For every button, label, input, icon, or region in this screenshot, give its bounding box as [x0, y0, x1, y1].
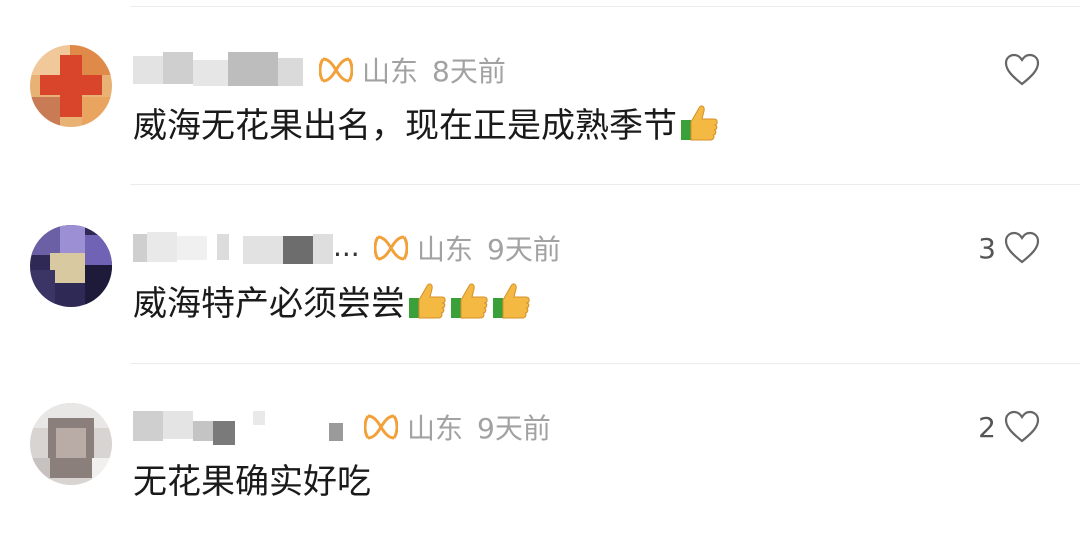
thumbs-up-icon	[409, 283, 446, 319]
comment-text: 威海无花果出名，现在正是成熟季节	[133, 105, 677, 146]
thumbs-up-icon	[681, 105, 718, 141]
comment-meta: 山东 8天前	[133, 50, 506, 90]
divider	[130, 184, 1080, 185]
comment-list: 山东 8天前 威海无花果出名，现在正是成熟季节 ... 山东 9天前 威海特产必…	[0, 0, 1080, 537]
like-area[interactable]	[996, 50, 1040, 90]
heart-outline-icon[interactable]	[1004, 410, 1040, 444]
vip-badge-icon	[318, 52, 354, 88]
comment-text-row: 威海特产必须尝尝	[133, 278, 531, 324]
timestamp: 9天前	[477, 412, 551, 445]
username-blurred[interactable]: ...	[133, 228, 363, 268]
vip-badge-icon	[363, 409, 399, 445]
like-count: 3	[978, 231, 996, 265]
comment-text-row: 威海无花果出名，现在正是成熟季节	[133, 100, 719, 146]
comment-text-row: 无花果确实好吃	[133, 456, 371, 502]
username-blurred[interactable]	[133, 50, 308, 90]
timestamp: 9天前	[487, 233, 561, 266]
location-label: 山东	[417, 233, 474, 266]
avatar[interactable]	[30, 225, 112, 307]
like-area[interactable]: 3	[978, 228, 1040, 268]
heart-outline-icon[interactable]	[1004, 231, 1040, 265]
heart-outline-icon[interactable]	[1004, 53, 1040, 87]
vip-badge-icon	[373, 230, 409, 266]
divider	[130, 6, 1080, 7]
comment-meta: ... 山东 9天前	[133, 228, 561, 268]
like-count: 2	[978, 410, 996, 444]
location-label: 山东	[407, 412, 464, 445]
comment-text: 无花果确实好吃	[133, 461, 371, 502]
comment-text: 威海特产必须尝尝	[133, 283, 405, 324]
comment-meta: 山东 9天前	[133, 407, 551, 447]
timestamp: 8天前	[432, 55, 506, 88]
divider	[130, 363, 1080, 364]
thumbs-up-icon	[451, 283, 488, 319]
avatar[interactable]	[30, 45, 112, 127]
location-label: 山东	[362, 55, 419, 88]
username-blurred[interactable]	[133, 407, 353, 447]
avatar[interactable]	[30, 403, 112, 485]
like-area[interactable]: 2	[978, 407, 1040, 447]
username-ellipsis: ...	[333, 230, 360, 263]
thumbs-up-icon	[493, 283, 530, 319]
